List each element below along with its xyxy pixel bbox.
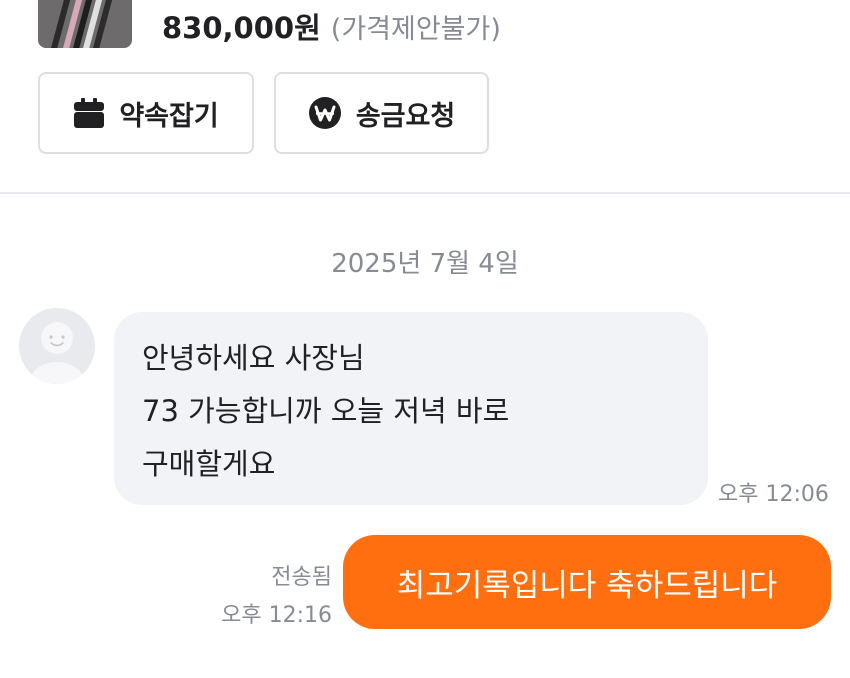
sent-status: 전송됨 xyxy=(271,565,332,590)
outgoing-message-text: 최고기록입니다 축하드립니다 xyxy=(396,567,778,604)
default-avatar-icon xyxy=(30,322,84,384)
product-header: 830,000원 (가격제안불가) 약속잡기 송금요청 xyxy=(0,0,850,192)
product-price: 830,000원 xyxy=(162,11,321,45)
incoming-message-bubble[interactable]: 안녕하세요 사장님 73 가능합니까 오늘 저녁 바로 구매할게요 xyxy=(114,312,708,505)
section-divider xyxy=(0,192,850,194)
make-appointment-button[interactable]: 약속잡기 xyxy=(38,72,254,154)
calendar-icon xyxy=(74,98,105,128)
outgoing-message-bubble[interactable]: 최고기록입니다 축하드립니다 xyxy=(343,535,831,629)
won-coin-icon xyxy=(308,97,341,129)
user-avatar[interactable] xyxy=(19,308,95,384)
message-line: 73 가능합니까 오늘 저녁 바로 xyxy=(142,394,510,428)
price-note: (가격제안불가) xyxy=(330,13,501,45)
request-remittance-button[interactable]: 송금요청 xyxy=(274,72,489,154)
incoming-message-time: 오후 12:06 xyxy=(718,482,829,507)
message-line: 안녕하세요 사장님 xyxy=(142,341,365,375)
outgoing-message-time: 오후 12:16 xyxy=(221,603,332,628)
product-thumbnail[interactable] xyxy=(38,0,132,48)
message-line: 구매할게요 xyxy=(142,447,276,481)
price-row: 830,000원 (가격제안불가) xyxy=(162,6,501,46)
request-remittance-label: 송금요청 xyxy=(355,100,456,132)
chat-date-header: 2025년 7월 4일 xyxy=(331,249,519,279)
make-appointment-label: 약속잡기 xyxy=(119,100,219,132)
